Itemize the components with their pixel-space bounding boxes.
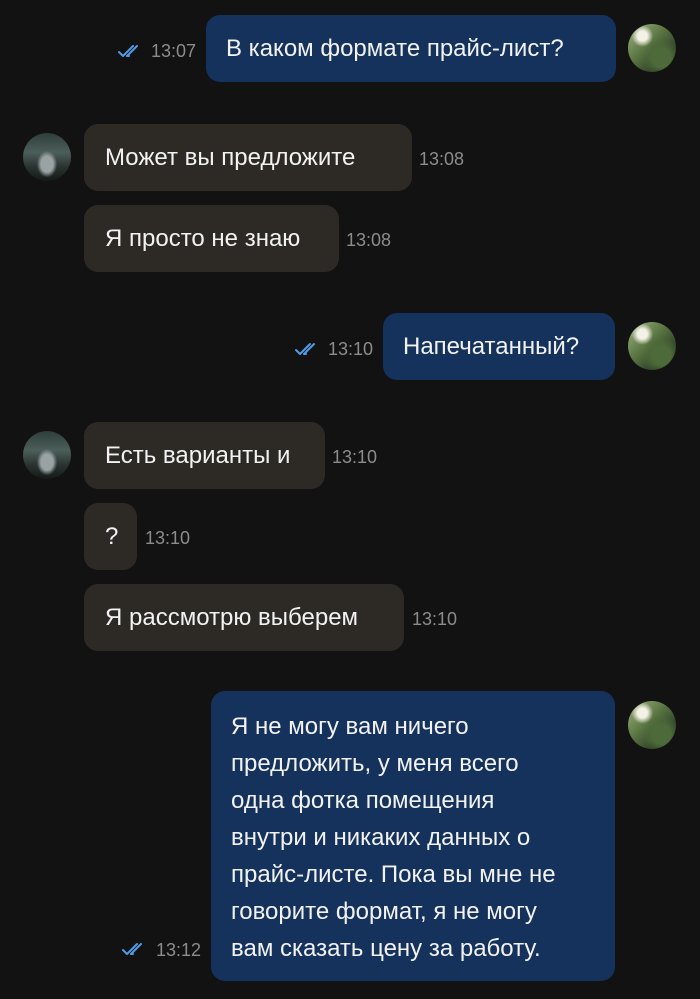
double-check-icon — [122, 942, 148, 956]
message-time: 13:08 — [419, 149, 465, 169]
message-line: говорите формат, я не могу — [231, 898, 537, 925]
message-text: Есть варианты и — [105, 442, 291, 469]
incoming-message[interactable]: Я рассмотрю выберем — [84, 584, 404, 651]
message-time: 13:10 — [332, 447, 378, 467]
message-line: внутри и никаких данных о — [231, 824, 531, 851]
double-check-icon — [118, 44, 144, 58]
my-avatar[interactable] — [628, 701, 676, 749]
message-time: 13:10 — [328, 339, 374, 359]
incoming-message[interactable]: Я просто не знаю — [84, 205, 339, 272]
message-line: Я не могу вам ничего — [231, 713, 469, 740]
message-time: 13:08 — [346, 230, 392, 250]
message-time: 13:10 — [145, 528, 191, 548]
contact-avatar[interactable] — [23, 431, 71, 479]
message-line: предложить, у меня всего — [231, 750, 519, 777]
message-text: Напечатанный? — [403, 333, 580, 360]
message-time: 13:10 — [412, 609, 458, 629]
incoming-message[interactable]: ? — [84, 503, 137, 570]
message-text: Может вы предложите — [105, 144, 356, 171]
incoming-message[interactable]: Есть варианты и — [84, 422, 325, 489]
message-text: Я рассмотрю выберем — [105, 604, 359, 631]
double-check-icon — [295, 342, 321, 356]
message-time: 13:12 — [156, 940, 202, 960]
message-text: ? — [105, 523, 119, 550]
outgoing-message[interactable]: Напечатанный? — [383, 313, 615, 380]
outgoing-message[interactable]: Я не могу вам ничего предложить, у меня … — [211, 691, 615, 981]
contact-avatar[interactable] — [23, 133, 71, 181]
message-line: одна фотка помещения — [231, 787, 495, 814]
incoming-message[interactable]: Может вы предложите — [84, 124, 412, 191]
my-avatar[interactable] — [628, 322, 676, 370]
message-time: 13:07 — [151, 41, 197, 61]
message-line: прайс-листе. Пока вы мне не — [231, 861, 556, 888]
my-avatar[interactable] — [628, 24, 676, 72]
outgoing-message[interactable]: В каком формате прайс-лист? — [206, 15, 616, 82]
message-text: В каком формате прайс-лист? — [226, 35, 564, 62]
message-line: вам сказать цену за работу. — [231, 935, 541, 962]
message-text: Я просто не знаю — [105, 225, 301, 252]
